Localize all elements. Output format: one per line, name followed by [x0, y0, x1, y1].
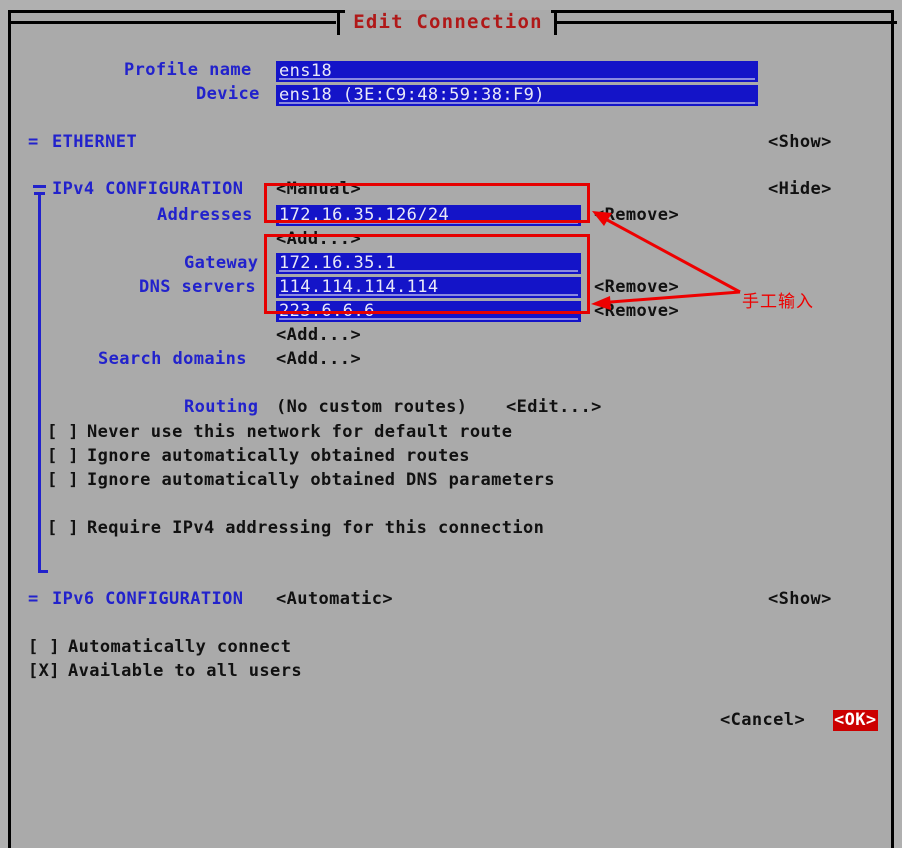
checkbox-all-users-state[interactable]: [X] — [28, 662, 60, 681]
cancel-button[interactable]: <Cancel> — [720, 711, 805, 730]
field-underline — [279, 222, 578, 224]
addresses-label: Addresses — [157, 205, 253, 225]
field-underline — [279, 78, 755, 80]
search-domains-label: Search domains — [98, 349, 247, 369]
checkbox-auto-connect-state[interactable]: [ ] — [28, 638, 60, 657]
search-domains-add-button[interactable]: <Add...> — [276, 350, 361, 369]
field-underline — [279, 102, 755, 104]
checkbox-ignore-routes-state[interactable]: [ ] — [47, 447, 79, 466]
checkbox-require-ipv4-label: Require IPv4 addressing for this connect… — [87, 518, 545, 538]
ipv4-label: IPv4 CONFIGURATION — [52, 179, 244, 199]
window-title: Edit Connection — [345, 10, 551, 34]
bracket-stem — [38, 193, 41, 573]
checkbox-ignore-routes-label: Ignore automatically obtained routes — [87, 446, 470, 466]
field-underline — [279, 294, 578, 296]
routing-label: Routing — [184, 397, 259, 417]
dns-remove-button-1[interactable]: <Remove> — [594, 302, 679, 321]
ethernet-label: ETHERNET — [52, 132, 138, 152]
edit-connection-window: Edit Connection Profile name ens18 Devic… — [8, 10, 897, 848]
ipv6-label: IPv6 CONFIGURATION — [52, 589, 244, 609]
ethernet-marker: = — [28, 132, 39, 152]
dns-remove-button-0[interactable]: <Remove> — [594, 278, 679, 297]
field-underline — [279, 270, 578, 272]
checkbox-never-default-route-label: Never use this network for default route — [87, 422, 513, 442]
terminal-screen: Edit Connection Profile name ens18 Devic… — [0, 0, 902, 848]
address-remove-button-0[interactable]: <Remove> — [594, 206, 679, 225]
profile-name-input[interactable]: ens18 — [276, 61, 758, 82]
address-input-0[interactable]: 172.16.35.126/24 — [276, 205, 581, 226]
bracket-cap-bottom — [38, 570, 48, 573]
device-input[interactable]: ens18 (3E:C9:48:59:38:F9) — [276, 85, 758, 106]
checkbox-auto-connect-label: Automatically connect — [68, 637, 292, 657]
ok-button[interactable]: <OK> — [833, 710, 878, 731]
field-underline — [279, 318, 578, 320]
checkbox-all-users-label: Available to all users — [68, 661, 302, 681]
ipv6-show-toggle[interactable]: <Show> — [768, 590, 832, 609]
device-label: Device — [196, 84, 260, 104]
gateway-label: Gateway — [184, 253, 259, 273]
dns-server-input-1[interactable]: 223.6.6.6 — [276, 301, 581, 322]
ipv4-hide-toggle[interactable]: <Hide> — [768, 180, 832, 199]
checkbox-ignore-dns-label: Ignore automatically obtained DNS parame… — [87, 470, 555, 490]
dns-servers-label: DNS servers — [139, 277, 256, 297]
routing-edit-button[interactable]: <Edit...> — [506, 398, 602, 417]
checkbox-ignore-dns-state[interactable]: [ ] — [47, 471, 79, 490]
title-rule-left — [11, 21, 336, 24]
bracket-cap-top — [33, 185, 46, 188]
profile-name-label: Profile name — [124, 60, 252, 80]
dns-server-input-0[interactable]: 114.114.114.114 — [276, 277, 581, 298]
gateway-input[interactable]: 172.16.35.1 — [276, 253, 581, 274]
ipv4-method-select[interactable]: <Manual> — [276, 180, 361, 199]
checkbox-never-default-route-state[interactable]: [ ] — [47, 423, 79, 442]
dns-add-button[interactable]: <Add...> — [276, 326, 361, 345]
title-tick-left — [337, 10, 340, 35]
title-rule-right — [557, 21, 897, 24]
addresses-add-button[interactable]: <Add...> — [276, 230, 361, 249]
ipv6-method-select[interactable]: <Automatic> — [276, 590, 393, 609]
ipv6-marker: = — [28, 589, 39, 609]
window-title-bar: Edit Connection — [11, 10, 897, 36]
checkbox-require-ipv4-state[interactable]: [ ] — [47, 519, 79, 538]
ipv4-section-bracket — [33, 185, 48, 573]
ethernet-show-toggle[interactable]: <Show> — [768, 133, 832, 152]
routing-status: (No custom routes) — [276, 397, 468, 417]
